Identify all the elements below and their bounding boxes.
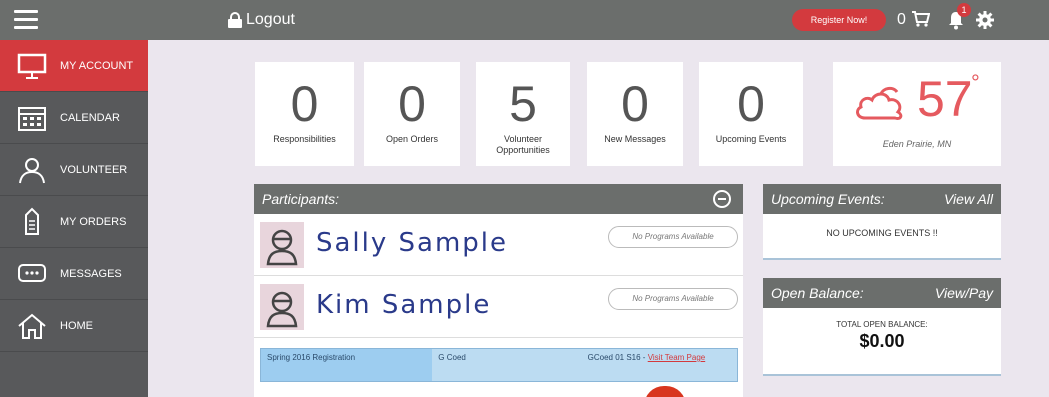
total-balance-label: TOTAL OPEN BALANCE: (836, 320, 928, 329)
stat-card-upcoming-events[interactable]: 0 Upcoming Events (699, 62, 803, 166)
upcoming-events-empty: NO UPCOMING EVENTS !! (763, 214, 1001, 260)
registration-team: GCoed 01 S16 - Visit Team Page (582, 349, 737, 381)
avatar-icon (260, 284, 304, 330)
stat-label: Open Orders (385, 134, 439, 144)
top-bar: Logout Register Now! 0 1 (0, 0, 1049, 40)
sidebar-item-volunteer[interactable]: VOLUNTEER (0, 144, 148, 196)
sidebar-item-calendar[interactable]: CALENDAR (0, 92, 148, 144)
stat-card-open-orders[interactable]: 0 Open Orders (364, 62, 460, 166)
sidebar-item-messages[interactable]: MESSAGES (0, 248, 148, 300)
sidebar-item-label: CALENDAR (60, 111, 120, 124)
stat-value: 0 (737, 76, 765, 132)
degree-symbol: ° (971, 70, 980, 95)
registration-division: G Coed (438, 353, 466, 362)
stat-value: 0 (621, 76, 649, 132)
weather-widget: 57 ° Eden Prairie, MN (833, 62, 1001, 166)
sidebar: MY ACCOUNT CALENDAR VOLUNTEER MY ORDERS … (0, 40, 148, 397)
registration-program: Spring 2016 Registration (261, 349, 433, 381)
cloud-sun-icon (856, 86, 903, 120)
gear-icon[interactable] (976, 11, 994, 29)
open-balance-header: Open Balance: View/Pay (763, 278, 1001, 308)
home-icon (12, 306, 52, 346)
monitor-icon (12, 46, 52, 86)
participants-title: Participants: (262, 191, 340, 207)
sidebar-item-my-orders[interactable]: MY ORDERS (0, 196, 148, 248)
hamburger-menu-icon[interactable] (14, 10, 38, 30)
stat-value: 0 (290, 76, 319, 132)
stat-card-new-messages[interactable]: 0 New Messages (587, 62, 683, 166)
participant-row[interactable]: Sally Sample No Programs Available (254, 214, 743, 276)
chat-icon (12, 254, 52, 294)
total-balance-amount: $0.00 (859, 331, 905, 351)
register-now-button[interactable]: Register Now! (792, 9, 886, 31)
participants-list: Sally Sample No Programs Available Kim S… (254, 214, 743, 397)
participant-row[interactable]: Kim Sample No Programs Available (254, 276, 743, 338)
team-name: GCoed 01 S16 - (587, 353, 648, 362)
program-status-badge: No Programs Available (608, 288, 738, 310)
logout-button[interactable]: Logout (228, 11, 295, 29)
logout-label: Logout (246, 11, 295, 28)
program-status-badge: No Programs Available (608, 226, 738, 248)
open-balance-panel: TOTAL OPEN BALANCE: $0.00 (763, 308, 1001, 376)
open-balance-title: Open Balance: (771, 285, 864, 301)
participant-name: Sally Sample (316, 228, 509, 258)
person-icon (12, 150, 52, 190)
avatar-icon (260, 222, 304, 268)
stat-card-responsibilities[interactable]: 0 Responsibilities (255, 62, 354, 166)
notification-badge: 1 (957, 3, 971, 17)
calendar-icon (12, 98, 52, 138)
stat-label: Responsibilities (273, 134, 336, 144)
stat-label: New Messages (604, 134, 666, 144)
temperature: 57 (917, 71, 973, 127)
view-pay-link[interactable]: View/Pay (935, 278, 993, 308)
collapse-icon[interactable] (713, 190, 731, 208)
sidebar-item-my-account[interactable]: MY ACCOUNT (0, 40, 148, 92)
registration-bar[interactable]: Spring 2016 Registration G Coed GCoed 01… (260, 348, 738, 382)
sidebar-item-label: MY ORDERS (60, 215, 127, 228)
receipt-icon (12, 202, 52, 242)
weather-location: Eden Prairie, MN (882, 139, 952, 149)
stat-value: 0 (398, 76, 426, 132)
sidebar-item-label: VOLUNTEER (60, 163, 128, 176)
upcoming-events-header: Upcoming Events: View All (763, 184, 1001, 214)
stat-value: 5 (509, 76, 537, 132)
sidebar-item-label: HOME (60, 319, 93, 332)
upcoming-events-title: Upcoming Events: (771, 191, 885, 207)
stat-card-volunteer-opportunities[interactable]: 5 Volunteer Opportunities (476, 62, 570, 166)
sidebar-item-label: MESSAGES (60, 267, 122, 280)
participants-header: Participants: (254, 184, 743, 214)
sidebar-item-home[interactable]: HOME (0, 300, 148, 352)
sidebar-item-label: MY ACCOUNT (60, 59, 134, 72)
stat-label: Upcoming Events (715, 134, 787, 144)
stat-label: Volunteer Opportunities (496, 134, 550, 155)
view-all-link[interactable]: View All (944, 184, 993, 214)
shopping-cart-icon[interactable] (912, 11, 930, 27)
visit-team-page-link[interactable]: Visit Team Page (648, 353, 706, 362)
participant-name: Kim Sample (316, 290, 492, 320)
lock-icon (228, 12, 242, 28)
cart-count: 0 (897, 11, 906, 28)
